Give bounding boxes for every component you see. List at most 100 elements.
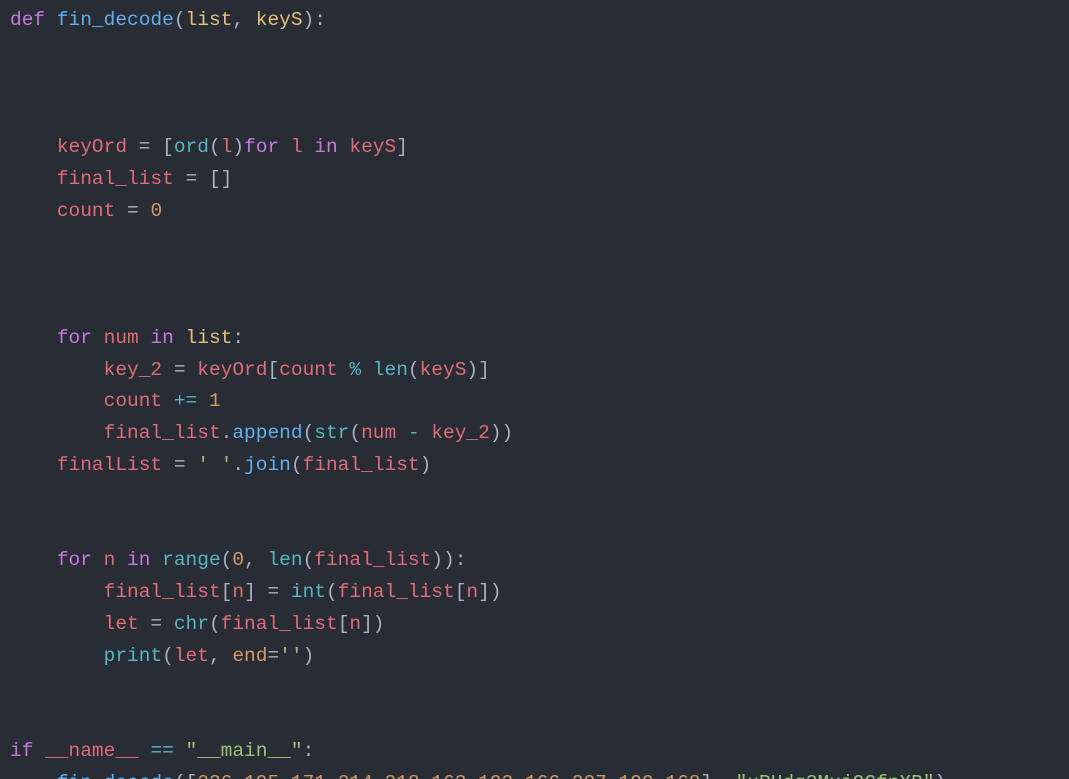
- paren: (: [326, 581, 338, 603]
- var-final-list: final_list: [57, 168, 174, 190]
- comma: ,: [244, 549, 256, 571]
- var-finalList: finalList: [57, 454, 162, 476]
- indent: [10, 613, 104, 635]
- space: [244, 9, 256, 31]
- var-n: n: [349, 613, 361, 635]
- assign: =: [174, 168, 209, 190]
- comma: ,: [373, 772, 385, 779]
- var-final-list: final_list: [303, 454, 420, 476]
- var-keyOrd: keyOrd: [197, 359, 267, 381]
- bracket: [: [162, 136, 174, 158]
- var-final-list: final_list: [314, 549, 431, 571]
- var-l: l: [221, 136, 233, 158]
- paren: (: [209, 613, 221, 635]
- bracket: ]: [700, 772, 712, 779]
- comma: ,: [420, 772, 432, 779]
- paren: ): [303, 645, 315, 667]
- var-keyS: keyS: [420, 359, 467, 381]
- paren: (: [349, 422, 361, 444]
- var-count: count: [57, 200, 116, 222]
- num-1: 1: [209, 390, 221, 412]
- empty-list: []: [209, 168, 232, 190]
- space: [174, 327, 186, 349]
- assign: =: [162, 454, 197, 476]
- builtin-print: print: [104, 645, 163, 667]
- var-final-list: final_list: [338, 581, 455, 603]
- paren: ): [490, 422, 502, 444]
- bracket: ]: [361, 613, 373, 635]
- space: [197, 390, 209, 412]
- string-main: "__main__": [186, 740, 303, 762]
- bracket: ]: [244, 581, 256, 603]
- dot: .: [232, 454, 244, 476]
- var-l: l: [291, 136, 303, 158]
- fn-name: fin_decode: [57, 9, 174, 31]
- bracket: ]: [478, 581, 490, 603]
- string-space: ' ': [197, 454, 232, 476]
- paren: ): [420, 454, 432, 476]
- equals: =: [267, 645, 279, 667]
- space: [279, 136, 291, 158]
- num: 195: [244, 772, 279, 779]
- paren: (: [303, 549, 315, 571]
- op-minus: -: [408, 422, 420, 444]
- num: 207: [572, 772, 607, 779]
- var-key2: key_2: [104, 359, 163, 381]
- num: 163: [431, 772, 466, 779]
- space: [338, 359, 350, 381]
- paren: ): [431, 549, 443, 571]
- num: 236: [197, 772, 232, 779]
- space: [256, 549, 268, 571]
- assign: =: [115, 200, 150, 222]
- indent: [10, 136, 57, 158]
- space: [45, 9, 57, 31]
- comma: ,: [560, 772, 572, 779]
- paren: ): [232, 136, 244, 158]
- indent: [10, 168, 57, 190]
- indent: [10, 581, 104, 603]
- var-count: count: [279, 359, 338, 381]
- num-0: 0: [150, 200, 162, 222]
- var-final-list: final_list: [104, 581, 221, 603]
- num: 168: [665, 772, 700, 779]
- var-num: num: [361, 422, 396, 444]
- paren: ): [490, 581, 502, 603]
- bracket: [: [338, 613, 350, 635]
- dot: .: [221, 422, 233, 444]
- colon: :: [455, 549, 467, 571]
- kw-in: in: [314, 136, 337, 158]
- num: 193: [478, 772, 513, 779]
- param-list: list: [186, 9, 233, 31]
- num: 166: [525, 772, 560, 779]
- comma: ,: [712, 772, 724, 779]
- op-eq: ==: [150, 740, 173, 762]
- indent: [10, 549, 57, 571]
- kwarg-end: end: [232, 645, 267, 667]
- paren: (: [408, 359, 420, 381]
- space: [92, 327, 104, 349]
- num: 214: [338, 772, 373, 779]
- comma: ,: [209, 645, 221, 667]
- kw-for: for: [244, 136, 279, 158]
- builtin-len: len: [373, 359, 408, 381]
- var-keyOrd: keyOrd: [57, 136, 127, 158]
- space: [150, 549, 162, 571]
- colon: :: [303, 740, 315, 762]
- space: [221, 645, 233, 667]
- var-list: list: [186, 327, 233, 349]
- var-let: let: [174, 645, 209, 667]
- bracket: [: [455, 581, 467, 603]
- indent: [10, 772, 57, 779]
- indent: [10, 359, 104, 381]
- paren: (: [209, 136, 221, 158]
- indent: [10, 645, 104, 667]
- bracket: [: [221, 581, 233, 603]
- num-0: 0: [232, 549, 244, 571]
- kw-for: for: [57, 549, 92, 571]
- var-n: n: [466, 581, 478, 603]
- bracket: ]: [478, 359, 490, 381]
- paren: ): [935, 772, 947, 779]
- var-count: count: [104, 390, 163, 412]
- comma: ,: [232, 772, 244, 779]
- kw-for: for: [57, 327, 92, 349]
